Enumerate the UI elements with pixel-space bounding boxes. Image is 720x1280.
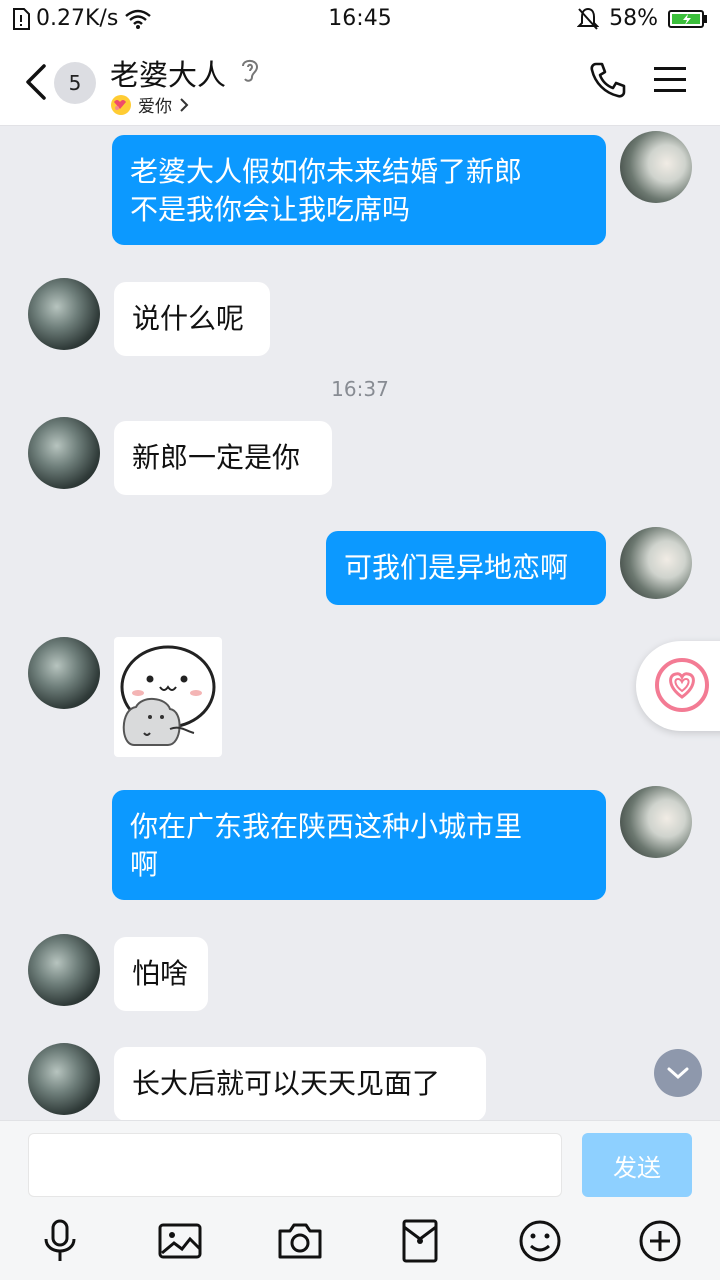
hongbao-icon[interactable] <box>396 1217 444 1265</box>
contact-avatar[interactable] <box>28 637 100 709</box>
phone-icon[interactable] <box>588 60 628 100</box>
message-text: 说什么呢 <box>132 302 245 335</box>
my-avatar[interactable] <box>620 786 692 858</box>
plus-icon[interactable] <box>636 1217 684 1265</box>
message-text-line: 你在广东我在陕西这种小城市里 <box>130 810 523 843</box>
float-interaction-button[interactable] <box>636 641 720 731</box>
heart-icon <box>655 658 709 712</box>
message-input[interactable] <box>28 1133 562 1197</box>
contact-avatar[interactable] <box>28 934 100 1006</box>
message-bubble-incoming[interactable]: 新郎一定是你 <box>114 421 332 495</box>
sticker-image <box>120 645 216 746</box>
scroll-to-bottom-button[interactable] <box>654 1049 702 1097</box>
status-bar: 0.27K/s 16:45 58% <box>0 0 720 38</box>
contact-avatar[interactable] <box>28 417 100 489</box>
message-bubble-incoming[interactable]: 怕啥 <box>114 937 208 1011</box>
status-right: 58% <box>577 6 708 31</box>
sticker-message[interactable] <box>114 637 222 757</box>
message-text-line: 老婆大人假如你未来结婚了新郎 <box>130 155 523 188</box>
message-bubble-incoming[interactable]: 说什么呢 <box>114 282 270 356</box>
message-bubble-outgoing[interactable]: 老婆大人假如你未来结婚了新郎 不是我你会让我吃席吗 <box>112 135 606 245</box>
unread-badge[interactable]: 5 <box>54 62 96 104</box>
chevron-down-icon <box>667 1067 689 1080</box>
message-text-line: 啊 <box>130 848 159 881</box>
send-button[interactable]: 发送 <box>582 1133 692 1197</box>
input-toolbar <box>0 1217 720 1273</box>
camera-icon[interactable] <box>276 1217 324 1265</box>
message-text: 怕啥 <box>132 957 189 990</box>
contact-name[interactable]: 老婆大人 <box>110 52 226 94</box>
chat-header: 5 老婆大人 爱你 <box>0 38 720 126</box>
my-avatar[interactable] <box>620 527 692 599</box>
menu-icon[interactable] <box>654 66 686 94</box>
my-avatar[interactable] <box>620 131 692 203</box>
message-list[interactable]: 老婆大人假如你未来结婚了新郎 不是我你会让我吃席吗 说什么呢 16:37 新郎一… <box>0 127 720 1120</box>
love-emoji-icon <box>111 94 131 115</box>
input-bar: 发送 <box>0 1120 720 1280</box>
message-text: 长大后就可以天天见面了 <box>132 1067 441 1100</box>
message-timestamp: 16:37 <box>331 377 389 401</box>
subtitle-text: 爱你 <box>138 97 172 117</box>
message-bubble-outgoing[interactable]: 你在广东我在陕西这种小城市里 啊 <box>112 790 606 900</box>
mic-icon[interactable] <box>36 1217 84 1265</box>
message-text: 新郎一定是你 <box>132 441 301 474</box>
contact-avatar[interactable] <box>28 278 100 350</box>
battery-percent: 58% <box>609 6 658 31</box>
battery-icon <box>668 9 707 28</box>
mute-icon <box>577 7 600 30</box>
back-icon[interactable] <box>22 62 48 102</box>
message-text: 可我们是异地恋啊 <box>344 551 569 584</box>
message-text-line: 不是我你会让我吃席吗 <box>130 193 411 226</box>
message-bubble-outgoing[interactable]: 可我们是异地恋啊 <box>326 531 606 605</box>
message-bubble-incoming[interactable]: 长大后就可以天天见面了 <box>114 1047 486 1120</box>
contact-subtitle[interactable]: 爱你 <box>110 92 190 117</box>
chevron-right-icon <box>180 97 189 112</box>
ear-icon[interactable] <box>238 56 262 84</box>
emoji-icon[interactable] <box>516 1217 564 1265</box>
image-icon[interactable] <box>156 1217 204 1265</box>
contact-avatar[interactable] <box>28 1043 100 1115</box>
